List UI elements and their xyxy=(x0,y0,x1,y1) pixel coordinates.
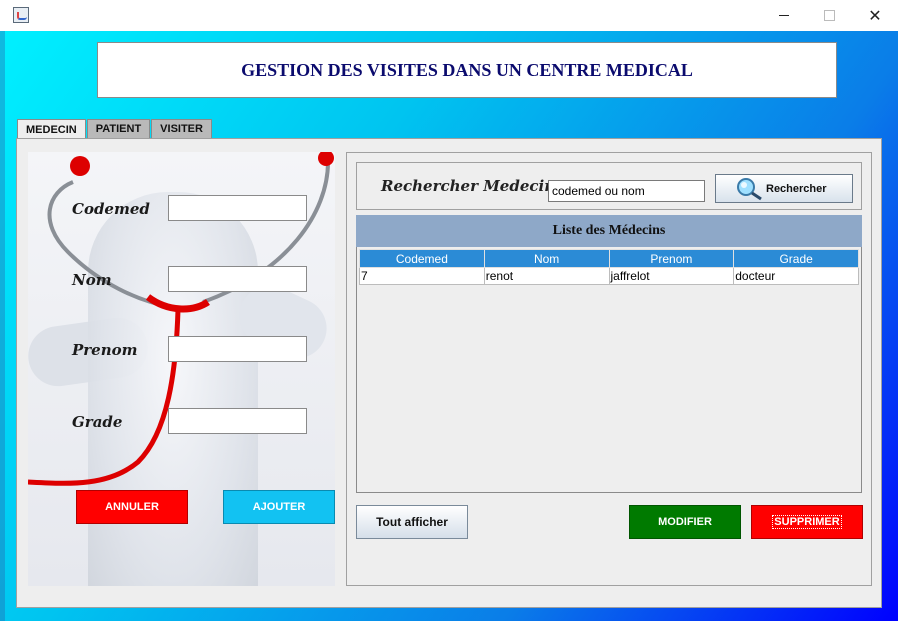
search-icon xyxy=(732,175,766,202)
nom-field[interactable] xyxy=(168,266,307,292)
table-row[interactable]: 7 renot jaffrelot docteur xyxy=(359,267,859,285)
grade-field[interactable] xyxy=(168,408,307,434)
app-title: GESTION DES VISITES DANS UN CENTRE MEDIC… xyxy=(241,59,693,80)
maximize-button[interactable] xyxy=(806,0,852,31)
rechercher-label: Rechercher xyxy=(766,182,827,195)
title-bar: ✕ xyxy=(0,0,898,31)
annuler-button[interactable]: ANNULER xyxy=(76,490,188,524)
column-header-nom[interactable]: Nom xyxy=(483,249,610,268)
java-app-icon xyxy=(13,7,29,23)
supprimer-button[interactable]: SUPPRIMER xyxy=(751,505,863,539)
prenom-label: Prenom xyxy=(72,341,138,359)
cell-prenom[interactable]: jaffrelot xyxy=(608,267,735,285)
cell-codemed[interactable]: 7 xyxy=(359,267,485,285)
doctor-list-panel: Rechercher Medecin Rechercher Liste des … xyxy=(346,152,872,586)
doctor-table-container[interactable]: Codemed Nom Prenom Grade 7 renot jaffrel… xyxy=(356,247,862,493)
tab-visiter[interactable]: VISITER xyxy=(151,119,212,138)
search-input[interactable] xyxy=(548,180,705,202)
tab-medecin[interactable]: MEDECIN xyxy=(17,119,86,139)
ajouter-button[interactable]: AJOUTER xyxy=(223,490,335,524)
cell-nom[interactable]: renot xyxy=(483,267,610,285)
grade-label: Grade xyxy=(72,413,123,431)
medecin-tab-panel: Codemed Nom Prenom Grade ANNULER AJOUTER… xyxy=(16,138,882,608)
modifier-button[interactable]: MODIFIER xyxy=(629,505,741,539)
prenom-field[interactable] xyxy=(168,336,307,362)
tab-bar: MEDECIN PATIENT VISITER xyxy=(17,119,213,139)
close-button[interactable]: ✕ xyxy=(852,0,898,31)
column-header-grade[interactable]: Grade xyxy=(733,249,859,268)
codemed-label: Codemed xyxy=(72,200,150,218)
search-label: Rechercher Medecin xyxy=(381,177,556,195)
rechercher-button[interactable]: Rechercher xyxy=(715,174,853,203)
header-banner: GESTION DES VISITES DANS UN CENTRE MEDIC… xyxy=(97,42,837,98)
doctor-table: Codemed Nom Prenom Grade 7 renot jaffrel… xyxy=(359,249,859,285)
tout-afficher-button[interactable]: Tout afficher xyxy=(356,505,468,539)
codemed-field[interactable] xyxy=(168,195,307,221)
tab-patient[interactable]: PATIENT xyxy=(86,119,151,138)
main-window: GESTION DES VISITES DANS UN CENTRE MEDIC… xyxy=(0,31,898,621)
column-header-prenom[interactable]: Prenom xyxy=(608,249,735,268)
list-title: Liste des Médecins xyxy=(356,215,862,247)
search-bar: Rechercher Medecin Rechercher xyxy=(356,162,862,210)
nom-label: Nom xyxy=(72,271,112,289)
minimize-button[interactable] xyxy=(761,0,807,31)
table-header-row: Codemed Nom Prenom Grade xyxy=(359,249,859,268)
doctor-form-panel: Codemed Nom Prenom Grade ANNULER AJOUTER xyxy=(28,152,335,586)
column-header-codemed[interactable]: Codemed xyxy=(359,249,485,268)
cell-grade[interactable]: docteur xyxy=(733,267,859,285)
supprimer-label: SUPPRIMER xyxy=(772,515,842,529)
